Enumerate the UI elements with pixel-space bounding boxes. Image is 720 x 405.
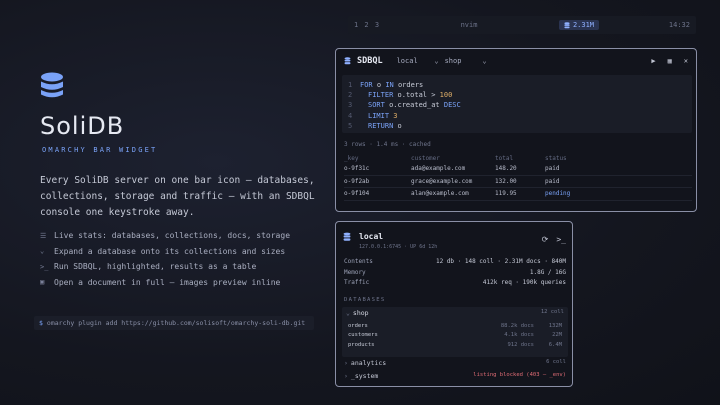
query-meta: 3 rows · 1.4 ms · cached	[344, 141, 431, 148]
code-token: DESC	[443, 101, 461, 110]
code-token: 3	[393, 111, 398, 120]
code-line: 2 FILTER o.total > 100	[348, 90, 686, 100]
server-name: local	[359, 232, 384, 241]
code-token: o.total >	[393, 91, 440, 100]
line-number: 5	[348, 121, 353, 130]
refresh-icon[interactable]: ⟳	[542, 235, 549, 244]
table-row[interactable]: o-9f31c ada@example.com 148.20 paid	[344, 163, 692, 176]
clock: 14:32	[668, 21, 690, 29]
sdbql-title: SDBQL	[357, 56, 383, 66]
results-table: _key customer total status o-9f31c ada@e…	[344, 153, 692, 201]
chevron-right-icon: ›	[344, 359, 348, 367]
run-icon[interactable]: ▶	[651, 57, 655, 65]
server-select[interactable]: local ⌄	[397, 57, 439, 65]
code-text: LIMIT 3	[360, 111, 398, 121]
code-text: RETURN o	[360, 121, 402, 131]
sdbql-console-window: SDBQL local ⌄ shop ⌄ ▶ ▦ ✕ 1 FOR o IN order…	[335, 48, 697, 212]
server-stats: Contents 12 db · 148 coll · 2.31M docs · …	[344, 258, 566, 286]
code-token: 100	[439, 91, 453, 100]
collection-item[interactable]: customers 4.1k docs 22M	[342, 331, 568, 341]
server-panel: local 127.0.0.1:6745 · UP 6d 12h ⟳ >_ Con…	[335, 221, 573, 387]
database-select[interactable]: shop ⌄	[445, 57, 487, 65]
code-line: 1 FOR o IN orders	[348, 80, 686, 90]
chevron-down-icon: ⌄	[482, 57, 487, 65]
table-row[interactable]: o-9f2ab grace@example.com 132.00 paid	[344, 176, 692, 188]
code-token: o.created_at	[384, 101, 444, 110]
database-item-shop[interactable]: ⌄ shop 12 coll orders 88.2k docs 132M custom…	[342, 307, 568, 357]
database-logo-icon	[41, 72, 63, 98]
database-icon	[343, 232, 351, 241]
install-command-text: omarchy plugin add https://github.com/so…	[46, 319, 306, 327]
code-text: FOR o IN orders	[360, 80, 423, 90]
code-token: o	[372, 81, 386, 89]
feature-item: ⌄ Expand a database onto its collections …	[40, 246, 286, 256]
code-token: FILTER	[368, 91, 394, 100]
line-number: 3	[348, 101, 353, 110]
feature-list: ☰ Live stats: databases, collections, doc…	[40, 228, 290, 290]
database-item-system[interactable]: › _system listing blocked (403 — _env)	[344, 372, 566, 380]
terminal-icon: >_	[40, 262, 49, 271]
close-icon[interactable]: ✕	[684, 57, 688, 65]
code-line: 4 LIMIT 3	[348, 111, 686, 121]
server-address: 127.0.0.1:6745 · UP 6d 12h	[359, 244, 438, 250]
code-text: FILTER o.total > 100	[360, 90, 452, 100]
active-window-title: nvim	[460, 21, 478, 29]
query-editor[interactable]: 1 FOR o IN orders 2 FILTER o.total > 100 3 SO…	[342, 75, 692, 133]
code-token: o	[393, 121, 402, 130]
stats-icon: ☰	[40, 231, 47, 240]
workspace-indicator[interactable]: 1 2 3	[354, 21, 414, 29]
page-subtitle: OMARCHY BAR WIDGET	[42, 146, 158, 154]
terminal-icon[interactable]: >_	[556, 235, 566, 244]
feature-item: ☰ Live stats: databases, collections, doc…	[40, 231, 291, 241]
error-message: listing blocked (403 — _env)	[473, 372, 566, 378]
code-text: SORT o.created_at DESC	[360, 100, 461, 110]
table-header: _key customer total status	[344, 154, 567, 162]
table-row[interactable]: o-9f104 alan@example.com 119.95 pending	[344, 188, 692, 201]
database-icon	[344, 57, 351, 65]
table-icon[interactable]: ▦	[668, 57, 672, 65]
chevron-down-icon: ⌄	[40, 247, 45, 256]
code-token: orders	[393, 81, 424, 89]
solidb-bar-widget[interactable]: 2.31M	[558, 20, 600, 30]
chevron-right-icon: ›	[344, 372, 348, 380]
code-token: RETURN	[368, 121, 394, 130]
feature-item: ▣ Open a document in full — images previe…	[40, 277, 281, 287]
chevron-down-icon: ⌄	[434, 57, 439, 65]
feature-item: >_ Run SDBQL, highlighted, results as a t…	[40, 262, 257, 272]
chevron-down-icon: ⌄	[346, 309, 350, 317]
description: Every SoliDB server on one bar icon — da…	[40, 175, 315, 218]
top-status-bar: 1 2 3 nvim 2.31M 14:32	[348, 16, 696, 34]
code-line: 5 RETURN o	[348, 121, 686, 131]
code-token: SORT	[368, 101, 385, 110]
code-line: 3 SORT o.created_at DESC	[348, 100, 686, 110]
collection-item[interactable]: products 912 docs 6.4M	[342, 340, 568, 350]
line-number: 1	[348, 81, 353, 89]
code-token: FOR	[360, 81, 373, 89]
database-item-analytics[interactable]: › analytics 6 coll	[344, 359, 566, 367]
sdbql-header: SDBQL local ⌄ shop ⌄ ▶ ▦ ✕	[336, 49, 696, 73]
prompt-symbol: $	[39, 319, 43, 327]
line-number: 4	[348, 111, 353, 120]
line-number: 2	[348, 91, 353, 100]
code-token: LIMIT	[368, 111, 390, 120]
databases-label: DATABASES	[344, 297, 386, 303]
image-icon: ▣	[40, 278, 45, 287]
server-header: local 127.0.0.1:6745 · UP 6d 12h	[343, 232, 437, 250]
install-command[interactable]: $ omarchy plugin add https://github.com/…	[34, 316, 314, 330]
docs-count: 2.31M	[572, 21, 595, 29]
database-icon	[564, 21, 570, 28]
collection-item[interactable]: orders 88.2k docs 132M	[342, 321, 568, 331]
code-token: IN	[385, 81, 394, 89]
page-title: SoliDB	[40, 112, 125, 140]
